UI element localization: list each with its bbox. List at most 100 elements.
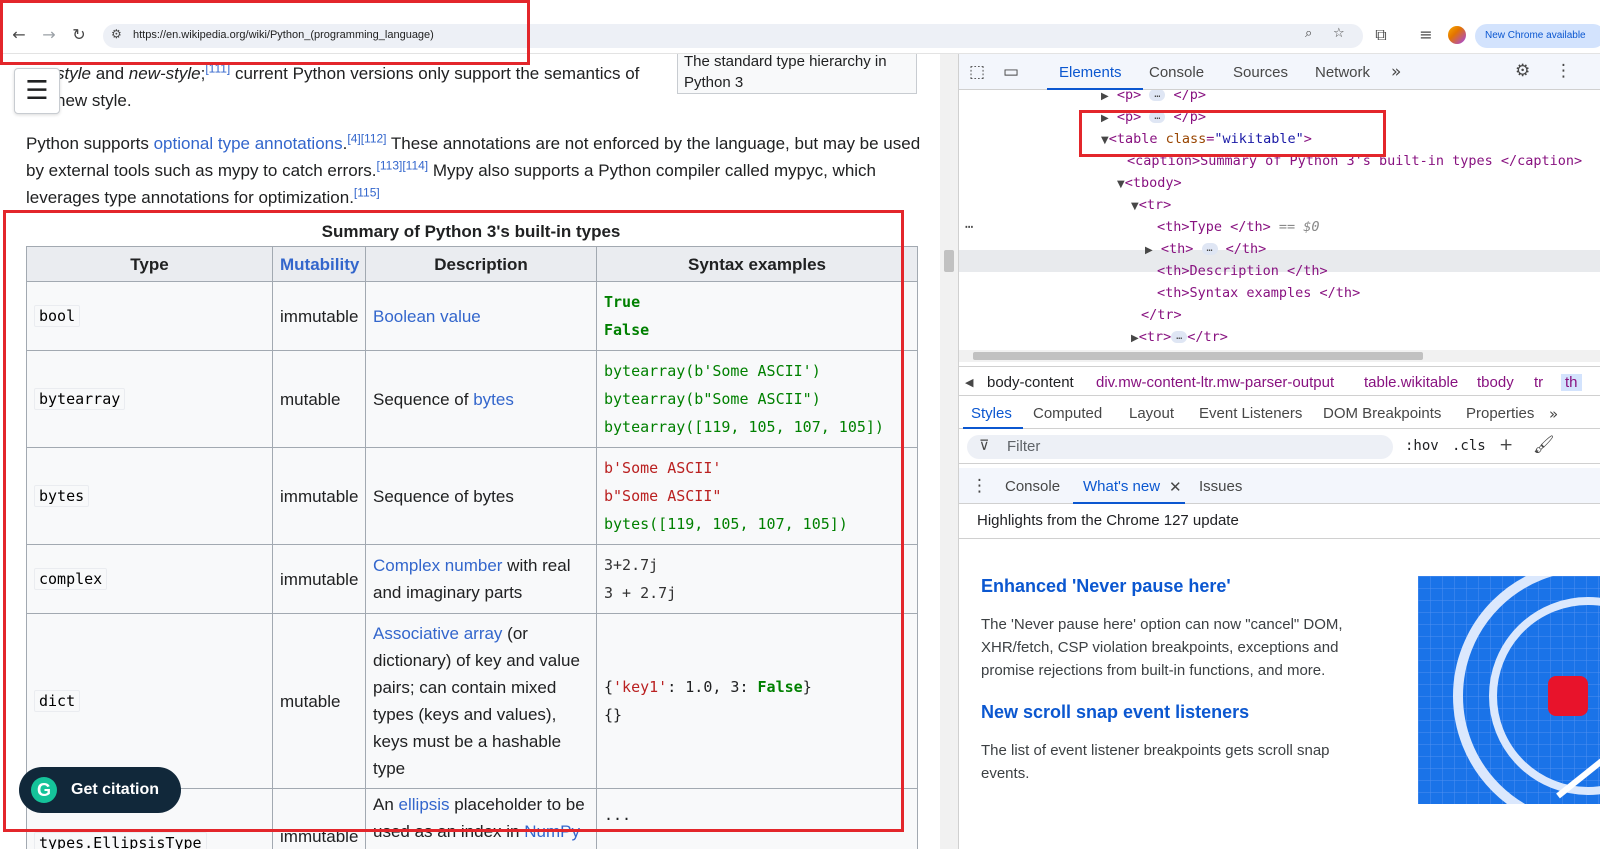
p-tag: <p> xyxy=(1116,109,1142,125)
styles-filter-input[interactable]: Filter xyxy=(967,435,1393,459)
breadcrumb-item[interactable]: body-content xyxy=(987,374,1074,391)
numpy-link[interactable]: NumPy xyxy=(524,822,580,841)
para2-pre: Python supports xyxy=(26,134,154,153)
ref-115[interactable]: [115] xyxy=(354,185,380,199)
site-info-icon[interactable]: ⚙ xyxy=(111,27,122,41)
zoom-icon[interactable]: ⌕ xyxy=(1305,26,1312,41)
hov-toggle[interactable]: :hov xyxy=(1405,438,1439,454)
whats-new-illustration xyxy=(1418,576,1600,804)
mutability-link[interactable]: Mutability xyxy=(280,255,359,274)
get-citation-button[interactable]: G Get citation xyxy=(19,767,181,813)
breadcrumb-scroll-left-icon[interactable]: ◀ xyxy=(965,376,973,389)
cls-toggle[interactable]: .cls xyxy=(1452,438,1486,454)
dom-node-p[interactable]: ▶ <p> … </p> xyxy=(1101,106,1206,128)
address-bar[interactable]: ⚙ https://en.wikipedia.org/wiki/Python_(… xyxy=(103,24,1363,48)
ref-113-114[interactable]: [113][114] xyxy=(377,158,429,172)
header-type[interactable]: Type xyxy=(26,246,273,282)
ellipsis-icon[interactable]: … xyxy=(1149,90,1166,101)
syntax-example: False xyxy=(604,321,650,339)
breadcrumb-item[interactable]: table.wikitable xyxy=(1364,374,1458,391)
dom-node-th-type[interactable]: <th>Type </th> == $0 xyxy=(1157,216,1320,238)
syntax-example: {'key1': 1.0, 3: False} xyxy=(604,678,812,696)
associative-array-link[interactable]: Associative array xyxy=(373,624,502,643)
toggle-rendering-emulations-icon[interactable]: 🖌 xyxy=(1533,435,1555,455)
more-options-icon[interactable]: ⋮ xyxy=(1555,61,1572,81)
breadcrumb-item-selected[interactable]: th xyxy=(1561,374,1582,391)
dom-node-th-syntax[interactable]: <th>Syntax examples </th> xyxy=(1157,282,1360,304)
breadcrumb-item[interactable]: div.mw-content-ltr.mw-parser-output xyxy=(1096,374,1334,391)
dom-tree: ▶ <p> … </p> ▶ <p> … </p> ▼<table class=… xyxy=(959,90,1600,360)
dom-node-tr-close[interactable]: </tr> xyxy=(1141,304,1182,326)
table-tag: <table xyxy=(1108,131,1166,147)
extensions-icon[interactable]: ⧉ xyxy=(1370,24,1392,46)
url-text[interactable]: https://en.wikipedia.org/wiki/Python_(pr… xyxy=(133,29,434,41)
profile-avatar[interactable] xyxy=(1448,26,1466,44)
type-code: types.EllipsisType xyxy=(34,832,207,849)
drawer-tab-issues[interactable]: Issues xyxy=(1199,478,1242,495)
tab-dom-breakpoints[interactable]: DOM Breakpoints xyxy=(1323,405,1441,422)
device-toolbar-icon[interactable]: ▭ xyxy=(1003,62,1019,82)
dom-node-th-description[interactable]: <th>Description </th> xyxy=(1157,260,1328,282)
inspect-element-icon[interactable]: ⬚ xyxy=(969,62,985,82)
header-syntax[interactable]: Syntax examples xyxy=(596,246,918,282)
close-tab-icon[interactable]: ✕ xyxy=(1169,478,1182,496)
more-tabs-icon[interactable]: » xyxy=(1391,62,1401,82)
page-scrollbar[interactable] xyxy=(940,54,958,849)
back-icon[interactable]: ← xyxy=(8,24,30,46)
dom-horizontal-scrollbar[interactable] xyxy=(959,350,1600,362)
whats-new-item-title[interactable]: Enhanced 'Never pause here' xyxy=(981,576,1231,597)
boolean-value-link[interactable]: Boolean value xyxy=(373,307,481,326)
dom-node-p[interactable]: ▶ <p> … </p> xyxy=(1101,90,1206,106)
caption-tag: <caption>Summary of Python 3's built-in … xyxy=(1127,153,1583,169)
bookmark-star-icon[interactable]: ☆ xyxy=(1333,26,1345,41)
dom-node-th[interactable]: ▶ <th> … </th> xyxy=(1145,238,1266,260)
header-description[interactable]: Description xyxy=(365,246,597,282)
page-scrollbar-thumb[interactable] xyxy=(944,250,954,272)
breadcrumb-item[interactable]: tbody xyxy=(1477,374,1514,391)
tab-network[interactable]: Network xyxy=(1315,64,1370,81)
dom-scrollbar-thumb[interactable] xyxy=(973,352,1423,360)
dom-node-menu-icon[interactable]: ⋯ xyxy=(965,216,973,238)
header-mutability[interactable]: Mutability xyxy=(272,246,366,282)
more-panes-icon[interactable]: » xyxy=(1549,405,1558,423)
tab-event-listeners[interactable]: Event Listeners xyxy=(1199,405,1302,422)
dom-breadcrumbs: ◀ body-content div.mw-content-ltr.mw-par… xyxy=(959,366,1600,396)
table-row: bytearray mutable Sequence of bytes byte… xyxy=(26,350,918,448)
ref-111[interactable]: [111] xyxy=(205,61,230,75)
tab-sources[interactable]: Sources xyxy=(1233,64,1288,81)
ellipsis-link[interactable]: ellipsis xyxy=(399,795,450,814)
table-of-contents-button[interactable]: ☰ xyxy=(14,68,60,114)
complex-number-link[interactable]: Complex number xyxy=(373,556,502,575)
dom-node-tr[interactable]: ▼<tr> xyxy=(1131,194,1171,216)
ellipsis-icon[interactable]: … xyxy=(1149,111,1166,123)
whats-new-item-title[interactable]: New scroll snap event listeners xyxy=(981,702,1249,723)
reload-icon[interactable]: ↻ xyxy=(68,24,90,46)
breadcrumb-item[interactable]: tr xyxy=(1534,374,1543,391)
optional-type-annotations-link[interactable]: optional type annotations xyxy=(154,134,343,153)
drawer-tab-whats-new[interactable]: What's new xyxy=(1083,478,1160,495)
tab-elements[interactable]: Elements xyxy=(1059,64,1122,81)
new-chrome-available-button[interactable]: New Chrome available xyxy=(1475,24,1600,48)
tab-properties[interactable]: Properties xyxy=(1466,405,1534,422)
dom-node-tr[interactable]: ▶<tr>… </tr> xyxy=(1131,326,1228,348)
dom-node-table[interactable]: ▼<table class="wikitable"> xyxy=(1101,128,1312,150)
drawer-tab-console[interactable]: Console xyxy=(1005,478,1060,495)
reading-list-icon[interactable]: ≡ xyxy=(1415,24,1437,46)
tab-layout[interactable]: Layout xyxy=(1129,405,1174,422)
drawer-menu-icon[interactable]: ⋮ xyxy=(971,476,988,496)
ellipsis-icon[interactable]: … xyxy=(1171,331,1188,343)
tr-tag: <tr> xyxy=(1138,329,1172,345)
ref-4-112[interactable]: [4][112] xyxy=(347,131,386,145)
dom-node-tbody[interactable]: ▼<tbody> xyxy=(1117,172,1182,194)
syntax-cell: {'key1': 1.0, 3: False} {} xyxy=(596,613,918,789)
tab-console[interactable]: Console xyxy=(1149,64,1204,81)
mutability-cell: immutable xyxy=(272,447,366,545)
ellipsis-icon[interactable]: … xyxy=(1201,243,1218,255)
settings-gear-icon[interactable]: ⚙ xyxy=(1515,61,1530,81)
dom-node-caption[interactable]: <caption>Summary of Python 3's built-in … xyxy=(1127,150,1582,172)
bytes-link[interactable]: bytes xyxy=(473,390,514,409)
tab-styles[interactable]: Styles xyxy=(971,405,1012,422)
new-style-rule-icon[interactable]: + xyxy=(1499,435,1513,455)
forward-icon[interactable]: → xyxy=(38,24,60,46)
tab-computed[interactable]: Computed xyxy=(1033,405,1102,422)
